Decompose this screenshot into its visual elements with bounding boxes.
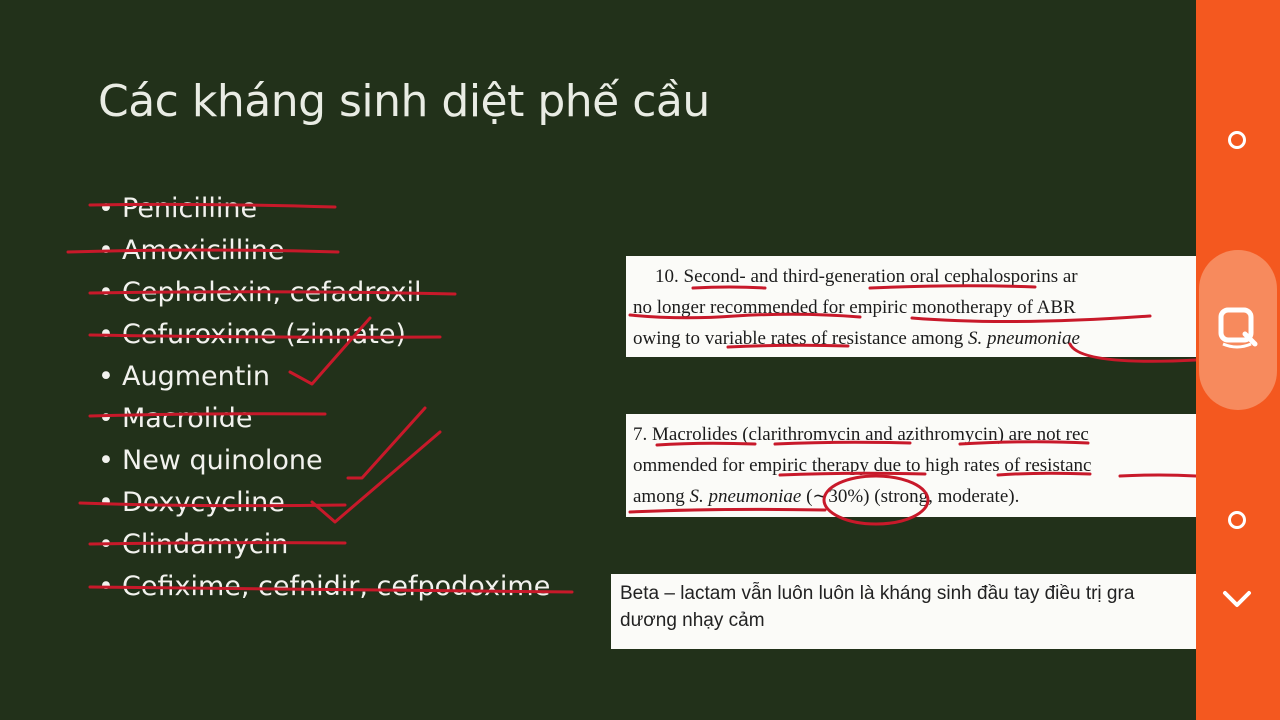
quote-text: among — [633, 486, 690, 507]
quote-line: 10. Second- and third-generation oral ce… — [655, 266, 1078, 287]
circle-icon[interactable] — [1228, 131, 1246, 149]
organism-name: S. pneumoniae — [689, 486, 802, 507]
list-item: • Augmentin — [98, 356, 550, 398]
list-item: • Macrolide — [98, 398, 550, 440]
quote-line: no longer recommended for empiric monoth… — [633, 297, 1076, 318]
bullet-icon: • — [98, 445, 114, 476]
list-item: • Doxycycline — [98, 482, 550, 524]
quote-line: 7. Macrolides (clarithromycin and azithr… — [633, 424, 1089, 445]
list-item: • Clindamycin — [98, 524, 550, 566]
antibiotic-list: • Penicilline • Amoxicilline • Cephalexin, … — [98, 188, 550, 608]
list-item: • Penicilline — [98, 188, 550, 230]
bullet-icon: • — [98, 529, 114, 560]
list-item-label: Augmentin — [122, 361, 270, 392]
quote-text: (∼30%) (strong, moderate). — [801, 486, 1020, 507]
bullet-icon: • — [98, 571, 114, 602]
quote-text: owing to variable rates of resistance am… — [633, 328, 969, 349]
guideline-quote-macrolides: 7. Macrolides (clarithromycin and azithr… — [626, 414, 1196, 517]
quote-line: among S. pneumoniae (∼30%) (strong, mode… — [633, 481, 1196, 512]
organism-name: S. pneumoniae — [968, 328, 1080, 349]
note-line: Beta – lactam vẫn luôn luôn là kháng sin… — [620, 583, 1135, 604]
list-item-label: Doxycycline — [122, 487, 285, 518]
beta-lactam-note: Beta – lactam vẫn luôn luôn là kháng sin… — [611, 574, 1196, 649]
bullet-icon: • — [98, 235, 114, 266]
list-item: • Cephalexin, cefadroxil — [98, 272, 550, 314]
bullet-icon: • — [98, 193, 114, 224]
list-item: • Amoxicilline — [98, 230, 550, 272]
guideline-quote-cephalosporins: 10. Second- and third-generation oral ce… — [626, 256, 1196, 357]
list-item: • Cefuroxime (zinnate) — [98, 314, 550, 356]
list-item: • New quinolone — [98, 440, 550, 482]
list-item-label: Macrolide — [122, 403, 253, 434]
slide: Các kháng sinh diệt phế cầu • Penicilline… — [0, 0, 1196, 720]
list-item-label: Cephalexin, cefadroxil — [122, 277, 422, 308]
list-item-label: Cefixime, cefnidir, cefpodoxime — [122, 571, 551, 602]
chevron-down-icon[interactable] — [1222, 588, 1252, 610]
list-item-label: New quinolone — [122, 445, 323, 476]
bullet-icon: • — [98, 403, 114, 434]
note-search-icon — [1218, 307, 1258, 349]
slide-title: Các kháng sinh diệt phế cầu — [98, 76, 710, 127]
bullet-icon: • — [98, 361, 114, 392]
list-item: • Cefixime, cefnidir, cefpodoxime — [98, 566, 550, 608]
quote-line: ommended for empiric therapy due to high… — [633, 455, 1092, 476]
bullet-icon: • — [98, 319, 114, 350]
circle-icon[interactable] — [1228, 511, 1246, 529]
quote-line: owing to variable rates of resistance am… — [633, 323, 1196, 354]
list-item-label: Penicilline — [122, 193, 258, 224]
annotation-sidebar — [1196, 0, 1280, 720]
bullet-icon: • — [98, 487, 114, 518]
list-item-label: Cefuroxime (zinnate) — [122, 319, 406, 350]
note-search-button[interactable] — [1199, 250, 1277, 410]
bullet-icon: • — [98, 277, 114, 308]
note-line: dương nhạy cảm — [620, 610, 765, 631]
list-item-label: Clindamycin — [122, 529, 289, 560]
list-item-label: Amoxicilline — [122, 235, 285, 266]
